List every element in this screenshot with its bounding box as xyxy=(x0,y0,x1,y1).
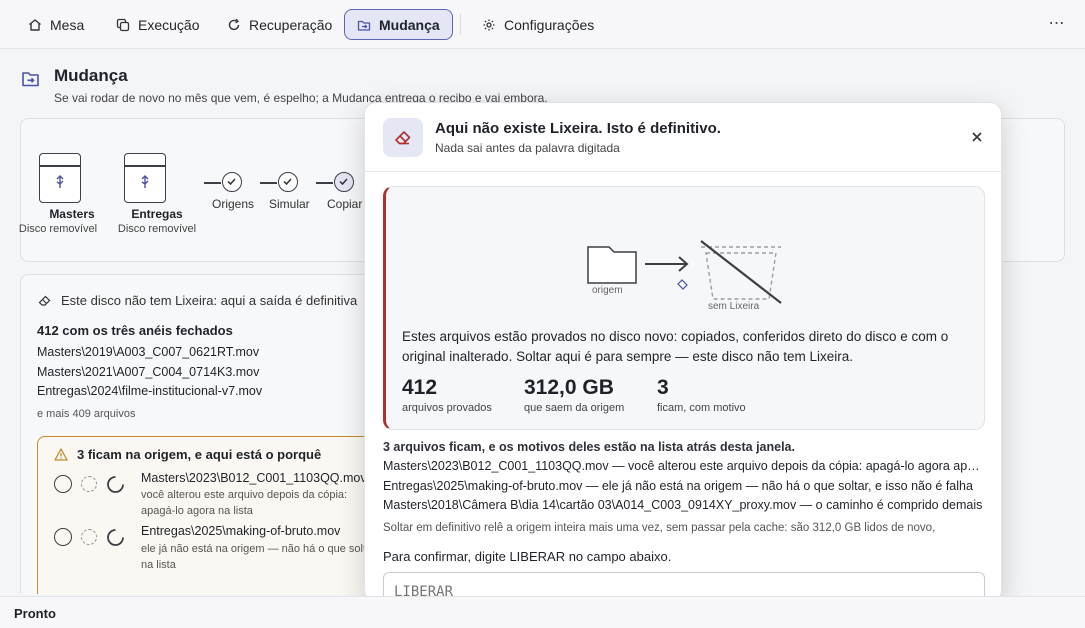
stat-value: 312,0 GB xyxy=(524,376,614,399)
tab-recuperacao[interactable]: Recuperação xyxy=(215,9,344,40)
kept-file-reason: ele já não está na origem — não há o que… xyxy=(141,543,379,571)
usb-icon xyxy=(56,175,64,188)
ring-empty-icon xyxy=(54,475,72,493)
ring-dashed-icon xyxy=(81,529,97,545)
tab-label: Recuperação xyxy=(249,16,333,33)
spinner-icon xyxy=(107,529,124,546)
top-nav: Mesa Execução Recuperação Mudança Config… xyxy=(0,0,1085,49)
tab-label: Configurações xyxy=(504,16,595,33)
stat-label: arquivos provados xyxy=(402,402,492,414)
stat-label: ficam, com motivo xyxy=(657,402,746,414)
tab-label: Mesa xyxy=(50,16,85,33)
warning-icon xyxy=(54,448,68,461)
step-label: Origens xyxy=(212,197,255,211)
usb-icon xyxy=(141,175,149,188)
tab-label: Execução xyxy=(138,16,200,33)
kept-file-item: Masters\2018\Câmera B\dia 14\cartão 03\A… xyxy=(383,498,983,512)
dialog-title: Aqui não existe Lixeira. Isto é definiti… xyxy=(435,120,721,137)
kept-file-item: Masters\2023\B012_C001_1103QQ.mov — você… xyxy=(383,459,983,473)
tab-configuracoes[interactable]: Configurações xyxy=(470,9,606,40)
dialog-header: Aqui não existe Lixeira. Isto é definiti… xyxy=(365,103,1001,172)
confirm-instruction: Para confirmar, digite LIBERAR no campo … xyxy=(383,549,672,564)
tab-mudanca[interactable]: Mudança xyxy=(344,9,453,40)
reread-note: Soltar em definitivo relê a origem intei… xyxy=(383,522,936,534)
warning-title: 3 ficam na origem, e aqui está o porquê xyxy=(54,447,321,462)
kept-file-item: Entregas\2025\making-of-bruto.mov — ele … xyxy=(383,479,973,493)
eraser-icon xyxy=(38,295,51,306)
spinner-icon xyxy=(107,476,124,493)
page-title: Mudança xyxy=(54,66,128,85)
disk-masters[interactable] xyxy=(39,153,81,203)
disk-name: Entregas xyxy=(131,207,183,221)
file-item: Masters\2021\A007_C004_0714K3.mov xyxy=(37,365,260,379)
move-icon xyxy=(22,72,39,87)
file-item: Masters\2019\A003_C007_0621RT.mov xyxy=(37,345,260,359)
kept-file-name: Masters\2023\B012_C001_1103QQ.mov xyxy=(141,471,367,485)
trash-card: Este disco não tem Lixeira: aqui a saída… xyxy=(20,274,400,594)
ring-status xyxy=(54,475,144,495)
more-files-link[interactable]: e mais 409 arquivos xyxy=(37,408,135,420)
copy-icon xyxy=(116,18,130,31)
eraser-icon xyxy=(395,131,411,145)
dialog-icon xyxy=(383,118,423,157)
warning-text: Estes arquivos estão provados no disco n… xyxy=(402,329,949,364)
kept-file-reason: você alterou este arquivo depois da cópi… xyxy=(141,489,348,517)
proven-count-title: 412 com os três anéis fechados xyxy=(37,323,233,338)
disk-type: Disco removível xyxy=(117,223,197,235)
illus-no-trash-label: sem Lixeira xyxy=(708,301,760,312)
ring-empty-icon xyxy=(54,528,72,546)
gear-icon xyxy=(483,19,495,30)
refresh-icon xyxy=(228,18,240,30)
step-check-icon xyxy=(222,172,242,192)
tab-label: Mudança xyxy=(379,16,440,33)
warning-box: 3 ficam na origem, e aqui está o porquê … xyxy=(37,436,399,594)
disk-type: Disco removível xyxy=(18,223,98,235)
dialog-subtitle: Nada sai antes da palavra digitada xyxy=(435,141,620,155)
kept-files-title: 3 arquivos ficam, e os motivos deles est… xyxy=(383,440,795,454)
illus-origin-label: origem xyxy=(592,285,623,296)
step-label: Simular xyxy=(269,197,310,211)
no-trash-illustration xyxy=(587,240,782,304)
status-bar: Pronto xyxy=(0,596,1085,628)
tab-mesa[interactable]: Mesa xyxy=(16,9,96,40)
status-text: Pronto xyxy=(14,606,56,621)
home-icon xyxy=(29,18,41,31)
nav-divider xyxy=(460,14,461,35)
more-menu-icon[interactable]: ⋯ xyxy=(1046,13,1068,35)
warning-panel: origem sem Lixeira Estes arquivos estão … xyxy=(383,186,985,430)
ring-dashed-icon xyxy=(81,476,97,492)
disk-entregas[interactable] xyxy=(124,153,166,203)
stat-value: 412 xyxy=(402,376,438,399)
close-icon[interactable] xyxy=(969,129,985,145)
stat-value: 3 xyxy=(657,376,669,399)
step-check-icon xyxy=(278,172,298,192)
step-check-icon xyxy=(334,172,354,192)
step-label: Copiar xyxy=(327,197,363,211)
kept-file-name: Entregas\2025\making-of-bruto.mov xyxy=(141,524,341,538)
move-icon xyxy=(357,20,371,31)
stat-label: que saem da origem xyxy=(524,402,625,414)
trash-card-header: Este disco não tem Lixeira: aqui a saída… xyxy=(38,293,357,308)
file-item: Entregas\2024\filme-institucional-v7.mov xyxy=(37,384,263,398)
tab-execucao[interactable]: Execução xyxy=(104,9,211,40)
confirm-delete-dialog: Aqui não existe Lixeira. Isto é definiti… xyxy=(364,102,1002,602)
ring-status xyxy=(54,528,144,548)
